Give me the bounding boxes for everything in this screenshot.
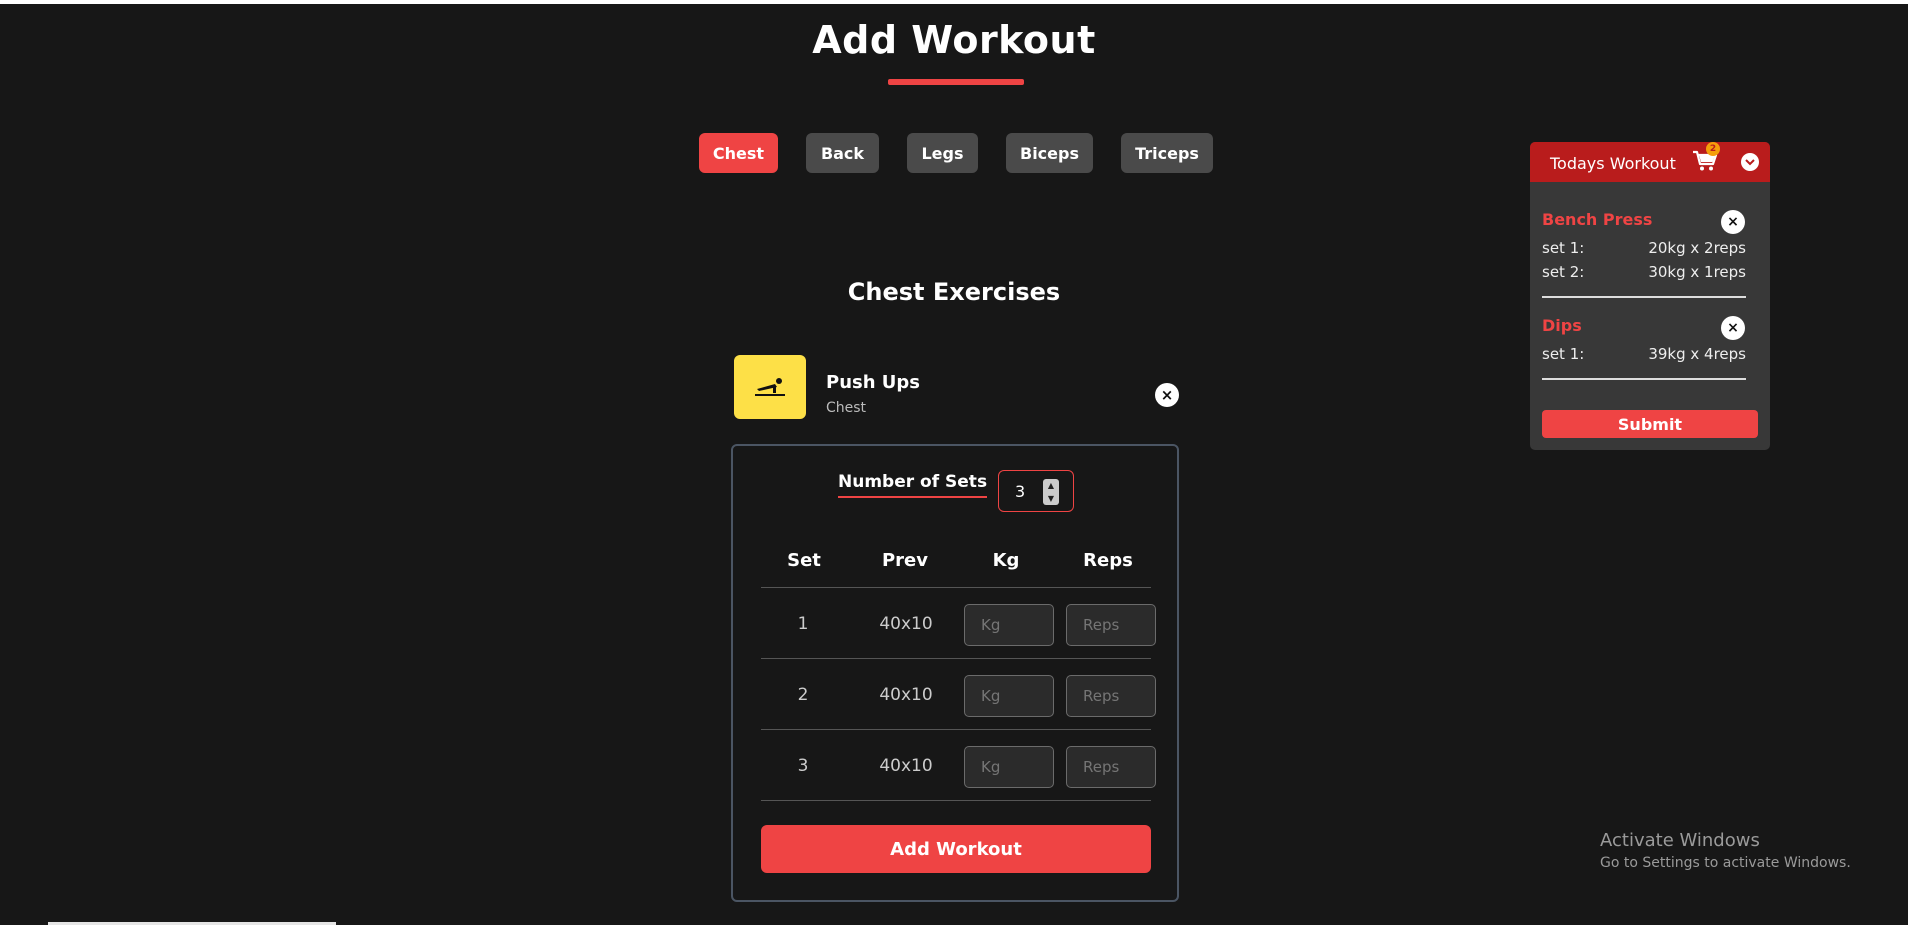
chevron-down-icon[interactable] xyxy=(1741,153,1759,171)
tab-legs[interactable]: Legs xyxy=(907,133,978,173)
reps-input[interactable] xyxy=(1066,675,1156,717)
exercise-name: Push Ups xyxy=(826,372,921,393)
table-divider xyxy=(761,587,1151,588)
kg-input[interactable] xyxy=(964,746,1054,788)
stepper-arrows-icon[interactable]: ▲ ▼ xyxy=(1043,479,1059,505)
set-label: set 2: xyxy=(1542,263,1585,281)
exercise-category: Chest xyxy=(826,400,867,416)
workout-set-row: set 1: 39kg x 4reps xyxy=(1542,345,1746,363)
table-divider xyxy=(761,800,1151,801)
number-of-sets-label: Number of Sets xyxy=(838,472,988,498)
activate-windows-title: Activate Windows xyxy=(1600,830,1760,851)
workout-divider xyxy=(1542,296,1746,298)
prev-value: 40x10 xyxy=(879,614,933,634)
prev-value: 40x10 xyxy=(879,685,933,705)
column-header-kg: Kg xyxy=(992,550,1020,571)
table-divider xyxy=(761,729,1151,730)
table-divider xyxy=(761,658,1151,659)
set-label: set 1: xyxy=(1542,345,1585,363)
push-up-icon xyxy=(734,355,806,419)
cart-count-badge: 2 xyxy=(1706,142,1720,156)
kg-input[interactable] xyxy=(964,604,1054,646)
sets-value: 3 xyxy=(1015,481,1026,501)
tab-back[interactable]: Back xyxy=(806,133,879,173)
add-workout-button[interactable]: Add Workout xyxy=(761,825,1151,873)
remove-workout-close-icon[interactable]: × xyxy=(1721,210,1745,234)
workout-divider xyxy=(1542,378,1746,380)
set-number: 3 xyxy=(797,756,809,776)
reps-input[interactable] xyxy=(1066,746,1156,788)
set-number: 1 xyxy=(797,614,809,634)
todays-workout-panel: Todays Workout 2 Bench Press × set 1: 20… xyxy=(1530,142,1770,450)
panel-title: Todays Workout xyxy=(1550,154,1676,173)
page-title: Add Workout xyxy=(812,18,1096,62)
set-value: 30kg x 1reps xyxy=(1648,263,1746,281)
set-value: 39kg x 4reps xyxy=(1648,345,1746,363)
set-label: set 1: xyxy=(1542,239,1585,257)
prev-value: 40x10 xyxy=(879,756,933,776)
workout-name: Dips xyxy=(1542,316,1582,335)
workout-name: Bench Press xyxy=(1542,210,1653,229)
number-of-sets-stepper[interactable]: 3 ▲ ▼ xyxy=(998,470,1074,512)
workout-set-row: set 1: 20kg x 2reps xyxy=(1542,239,1746,257)
top-edge-line xyxy=(0,0,1908,4)
remove-exercise-close-icon[interactable]: × xyxy=(1155,383,1179,407)
column-header-set: Set xyxy=(787,550,821,571)
remove-workout-close-icon[interactable]: × xyxy=(1721,316,1745,340)
tab-triceps[interactable]: Triceps xyxy=(1121,133,1213,173)
tab-chest[interactable]: Chest xyxy=(699,133,778,173)
kg-input[interactable] xyxy=(964,675,1054,717)
title-underline xyxy=(888,79,1024,85)
workout-set-row: set 2: 30kg x 1reps xyxy=(1542,263,1746,281)
column-header-prev: Prev xyxy=(881,550,928,571)
tab-biceps[interactable]: Biceps xyxy=(1006,133,1093,173)
submit-button[interactable]: Submit xyxy=(1542,410,1758,438)
set-number: 2 xyxy=(797,685,809,705)
reps-input[interactable] xyxy=(1066,604,1156,646)
activate-windows-subtitle: Go to Settings to activate Windows. xyxy=(1600,855,1851,871)
column-header-reps: Reps xyxy=(1083,550,1133,571)
set-value: 20kg x 2reps xyxy=(1648,239,1746,257)
